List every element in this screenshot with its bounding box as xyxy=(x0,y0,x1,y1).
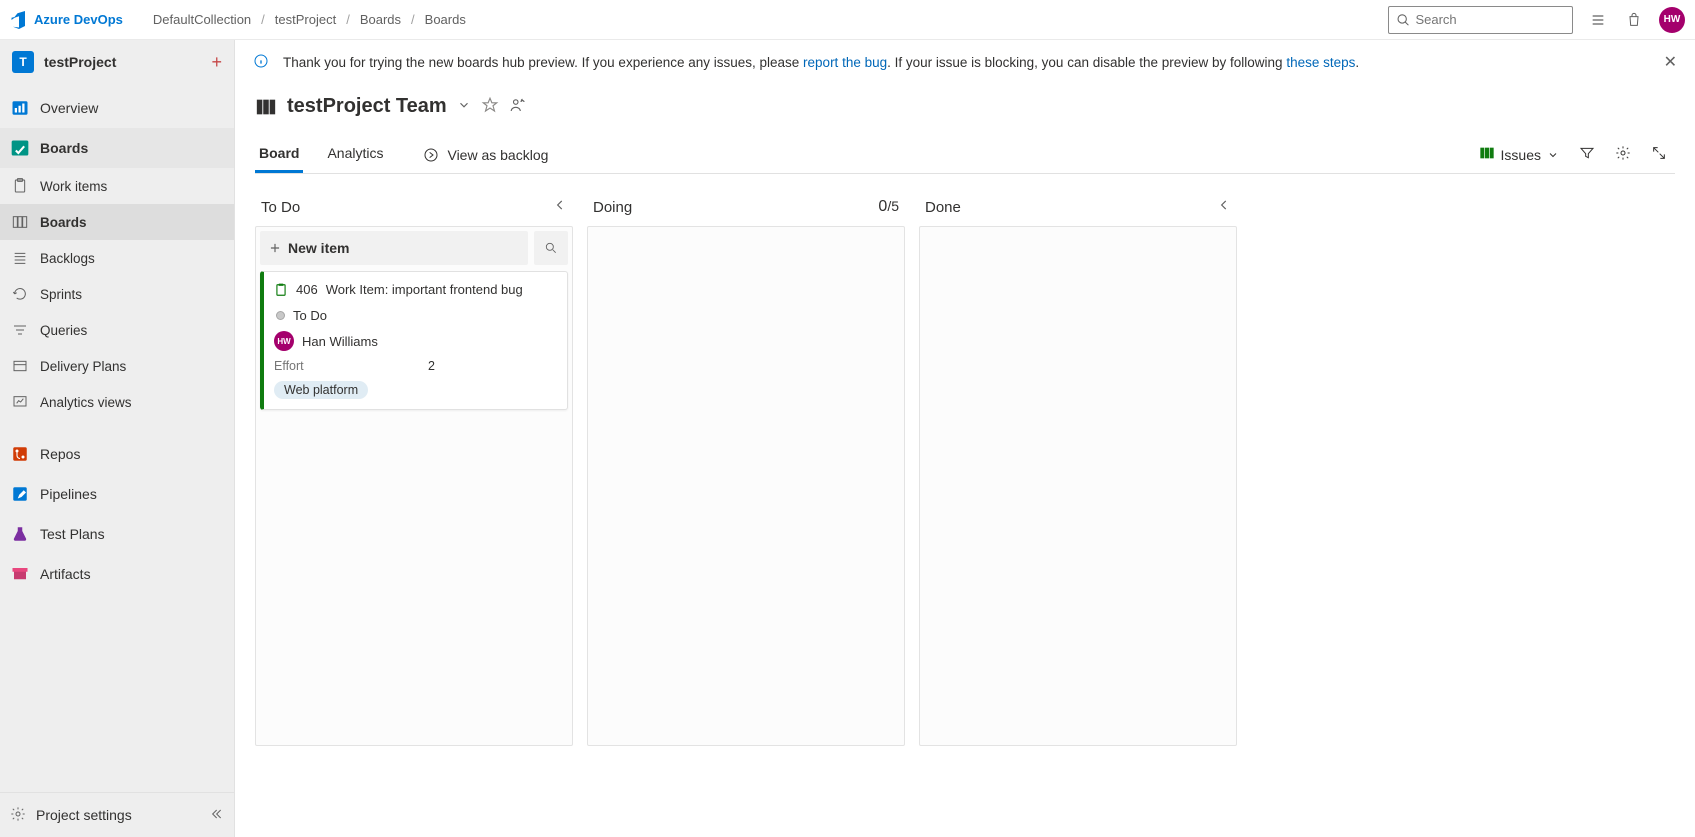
team-board-icon xyxy=(255,96,277,118)
search-icon xyxy=(1397,13,1409,27)
nav-sprints[interactable]: Sprints xyxy=(0,276,234,312)
breadcrumb-section[interactable]: Boards xyxy=(360,12,401,27)
card-tag[interactable]: Web platform xyxy=(274,381,368,399)
nav-test-plans[interactable]: Test Plans xyxy=(0,514,234,554)
collapse-sidebar-icon[interactable] xyxy=(208,806,224,825)
assignee-avatar: HW xyxy=(274,331,294,351)
boards-icon xyxy=(10,138,30,158)
project-name: testProject xyxy=(44,54,201,70)
list-icon[interactable] xyxy=(1587,9,1609,31)
column-doing: Doing 0/5 xyxy=(587,192,905,746)
delivery-plans-icon xyxy=(10,356,30,376)
card-id: 406 xyxy=(296,282,318,297)
breadcrumbs: DefaultCollection / testProject / Boards… xyxy=(153,12,466,27)
issues-level-icon xyxy=(1479,145,1495,164)
column-search-icon[interactable] xyxy=(534,231,568,265)
nav-artifacts[interactable]: Artifacts xyxy=(0,554,234,594)
main: Thank you for trying the new boards hub … xyxy=(235,40,1695,837)
nav-boards[interactable]: Boards xyxy=(0,128,234,168)
nav-overview-label: Overview xyxy=(40,100,98,116)
collapse-column-icon[interactable] xyxy=(553,198,567,216)
artifacts-icon xyxy=(10,564,30,584)
overview-icon xyxy=(10,98,30,118)
nav-pipelines[interactable]: Pipelines xyxy=(0,474,234,514)
nav-repos[interactable]: Repos xyxy=(0,434,234,474)
card-assignee[interactable]: Han Williams xyxy=(302,334,378,349)
column-done: Done xyxy=(919,192,1237,746)
team-selector: testProject Team xyxy=(255,95,1675,118)
search-input[interactable] xyxy=(1415,12,1564,27)
these-steps-link[interactable]: these steps xyxy=(1286,55,1355,70)
tab-analytics[interactable]: Analytics xyxy=(323,136,387,173)
brand-name: Azure DevOps xyxy=(34,12,123,27)
settings-gear-icon[interactable] xyxy=(1615,145,1631,164)
effort-value: 2 xyxy=(428,359,435,373)
topbar: Azure DevOps DefaultCollection / testPro… xyxy=(0,0,1695,40)
close-banner-icon[interactable]: ✕ xyxy=(1664,52,1677,72)
new-item-plus-icon[interactable]: + xyxy=(211,52,222,73)
shopping-bag-icon[interactable] xyxy=(1623,9,1645,31)
brand[interactable]: Azure DevOps xyxy=(10,11,123,29)
column-todo: To Do New item xyxy=(255,192,573,746)
issues-dropdown[interactable]: Issues xyxy=(1479,145,1559,164)
column-title: Doing xyxy=(593,199,632,216)
filter-icon[interactable] xyxy=(1579,145,1595,164)
banner-text: Thank you for trying the new boards hub … xyxy=(283,55,1359,70)
collapse-column-icon[interactable] xyxy=(1217,198,1231,216)
sidebar: T testProject + Overview Boards Work ite… xyxy=(0,40,235,837)
azure-devops-logo-icon xyxy=(10,11,28,29)
pipelines-icon xyxy=(10,484,30,504)
tabs: Board Analytics View as backlog Issues xyxy=(255,136,1675,174)
nav-work-items[interactable]: Work items xyxy=(0,168,234,204)
report-bug-link[interactable]: report the bug xyxy=(803,55,887,70)
tab-board[interactable]: Board xyxy=(255,136,303,173)
column-title: Done xyxy=(925,199,961,216)
nav-analytics-views[interactable]: Analytics views xyxy=(0,384,234,420)
info-icon xyxy=(253,53,269,72)
breadcrumb-page[interactable]: Boards xyxy=(425,12,466,27)
nav-backlogs[interactable]: Backlogs xyxy=(0,240,234,276)
column-title: To Do xyxy=(261,199,300,216)
board-columns: To Do New item xyxy=(255,192,1675,746)
state-dot-icon xyxy=(276,311,285,320)
sprint-icon xyxy=(10,284,30,304)
search-box[interactable] xyxy=(1388,6,1573,34)
fullscreen-icon[interactable] xyxy=(1651,145,1667,164)
view-as-backlog[interactable]: View as backlog xyxy=(423,147,548,163)
people-icon[interactable] xyxy=(509,96,527,117)
project-switcher[interactable]: T testProject + xyxy=(0,40,234,84)
preview-banner: Thank you for trying the new boards hub … xyxy=(235,40,1695,85)
favorite-star-icon[interactable] xyxy=(481,96,499,117)
clipboard-icon xyxy=(10,176,30,196)
nav-boards-sub[interactable]: Boards xyxy=(0,204,234,240)
board-grid-icon xyxy=(10,212,30,232)
user-avatar[interactable]: HW xyxy=(1659,7,1685,33)
work-item-card[interactable]: 406 Work Item: important frontend bug To… xyxy=(260,271,568,410)
breadcrumb-collection[interactable]: DefaultCollection xyxy=(153,12,251,27)
card-state[interactable]: To Do xyxy=(293,308,327,323)
nav-boards-label: Boards xyxy=(40,140,88,156)
effort-label: Effort xyxy=(274,359,304,373)
nav-queries[interactable]: Queries xyxy=(0,312,234,348)
queries-icon xyxy=(10,320,30,340)
plus-icon xyxy=(268,241,282,255)
gear-icon xyxy=(10,806,26,825)
nav-delivery-plans[interactable]: Delivery Plans xyxy=(0,348,234,384)
repos-icon xyxy=(10,444,30,464)
analytics-icon xyxy=(10,392,30,412)
backlog-icon xyxy=(10,248,30,268)
chevron-down-icon xyxy=(1547,149,1559,161)
backlog-arrow-icon xyxy=(423,147,439,163)
test-plans-icon xyxy=(10,524,30,544)
team-name[interactable]: testProject Team xyxy=(287,95,447,118)
team-chevron-down-icon[interactable] xyxy=(457,98,471,115)
issue-type-icon xyxy=(274,283,288,300)
card-title: Work Item: important frontend bug xyxy=(326,282,523,297)
new-item-button[interactable]: New item xyxy=(260,231,528,265)
wip-count: 0/5 xyxy=(878,198,899,216)
nav-overview[interactable]: Overview xyxy=(0,88,234,128)
breadcrumb-project[interactable]: testProject xyxy=(275,12,336,27)
project-icon: T xyxy=(12,51,34,73)
project-settings[interactable]: Project settings xyxy=(0,793,234,837)
